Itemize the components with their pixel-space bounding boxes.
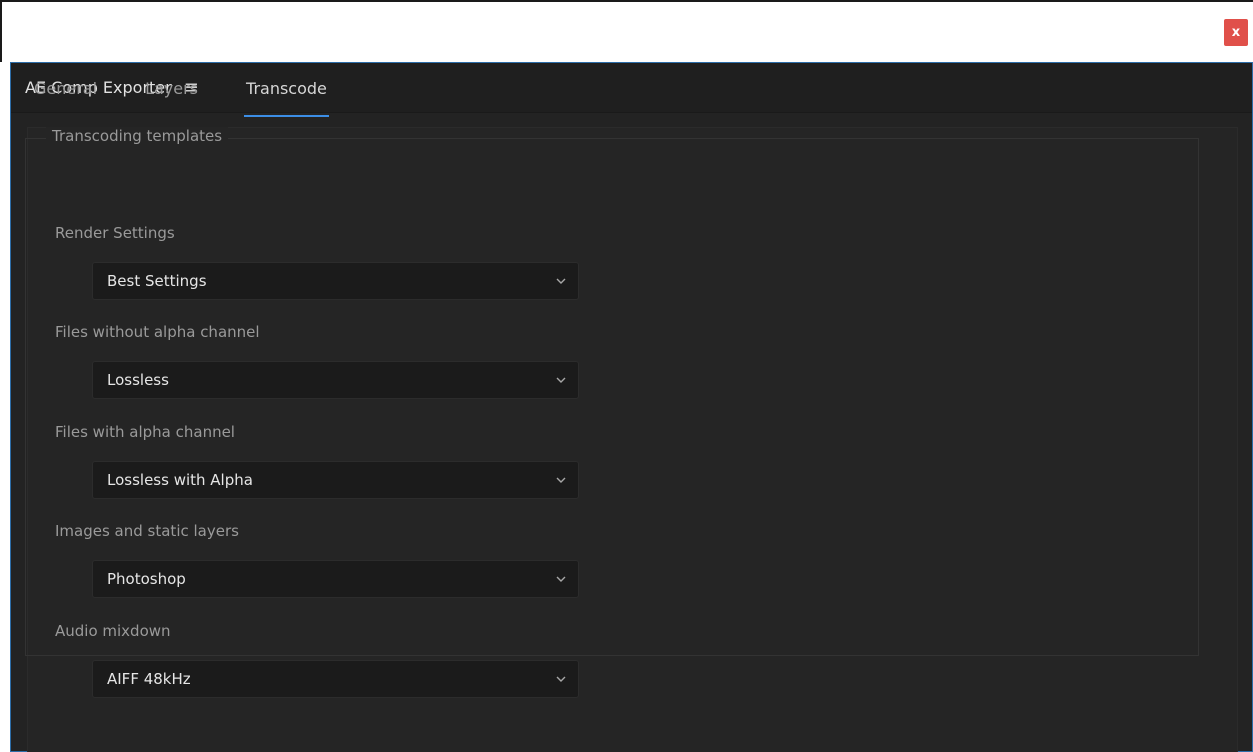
group-legend: Transcoding templates [46,127,229,145]
chevron-down-icon [556,477,566,483]
render-settings-value: Best Settings [107,272,207,290]
images-static-layers-label: Images and static layers [55,522,239,540]
tab-general[interactable]: General [34,79,97,111]
audio-mixdown-label: Audio mixdown [55,622,171,640]
files-without-alpha-select[interactable]: Lossless [92,361,579,399]
files-with-alpha-select[interactable]: Lossless with Alpha [92,461,579,499]
tab-bar: General Layers Transcode [34,79,375,117]
chevron-down-icon [556,278,566,284]
audio-mixdown-select[interactable]: AIFF 48kHz [92,660,579,698]
chevron-down-icon [556,576,566,582]
chevron-down-icon [556,377,566,383]
screen: x AE Comp Exporter ≡ General Layers Tran… [0,0,1253,752]
render-settings-label: Render Settings [55,224,175,242]
tab-layers[interactable]: Layers [145,79,198,111]
audio-mixdown-value: AIFF 48kHz [107,670,191,688]
images-static-layers-select[interactable]: Photoshop [92,560,579,598]
chevron-down-icon [556,676,566,682]
files-without-alpha-label: Files without alpha channel [55,323,260,341]
tab-transcode[interactable]: Transcode [244,79,329,117]
files-without-alpha-value: Lossless [107,371,169,389]
render-settings-select[interactable]: Best Settings [92,262,579,300]
close-icon: x [1231,25,1241,40]
images-static-layers-value: Photoshop [107,570,186,588]
close-button[interactable]: x [1224,19,1248,46]
window-titlebar: x [0,0,1253,62]
files-with-alpha-label: Files with alpha channel [55,423,235,441]
files-with-alpha-value: Lossless with Alpha [107,471,253,489]
